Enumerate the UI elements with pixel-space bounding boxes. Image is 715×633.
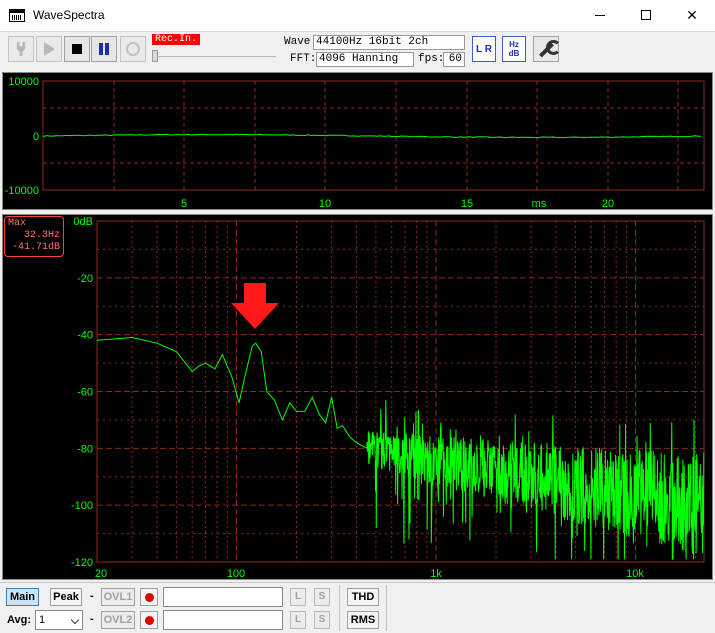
divider [386,585,387,631]
wave-x-unit: ms [532,198,547,210]
hz-db-icon: Hz dB [508,40,520,58]
max-level: -41.71dB [11,242,60,253]
chevron-down-icon [70,615,80,625]
fps-field: 60 [443,52,465,67]
fft-y-tick: 0dB [73,216,93,228]
device-button[interactable] [8,36,34,62]
minimize-icon [595,14,605,16]
record-dot-icon [144,615,154,625]
stop-button[interactable] [64,36,90,62]
ovl1-name-field[interactable] [163,587,283,607]
record-button[interactable] [120,36,146,62]
settings-button[interactable] [533,36,561,62]
lr-icon: L R [476,43,492,55]
channel-lr-button[interactable]: L R [472,36,496,62]
wave-x-tick: 5 [181,198,187,210]
wave-x-tick: 15 [461,198,473,210]
rms-button[interactable]: RMS [347,611,379,629]
fft-x-tick: 20 [95,568,107,580]
ovl1-button[interactable]: OVL1 [101,588,135,606]
ovl2-name-field[interactable] [163,610,283,630]
play-button[interactable] [36,36,62,62]
fft-y-tick: -60 [77,387,93,399]
avg-label: Avg: [7,614,32,626]
max-frequency: 32.3Hz [23,230,60,241]
ovl2-record-button[interactable] [140,611,158,629]
play-icon [43,42,55,56]
fft-y-tick: -80 [77,443,93,455]
rec-input-label: Rec.In. [152,34,200,45]
fft-y-tick: -40 [77,330,93,342]
fft-y-tick: -120 [71,557,93,569]
ovl1-record-button[interactable] [140,588,158,606]
wave-x-tick: 10 [319,198,331,210]
wave-y-tick: 0 [33,131,39,143]
max-title: Max [8,218,27,229]
dash-separator: - [90,590,94,602]
pause-button[interactable] [91,36,117,62]
fps-label: fps: [418,53,445,65]
fft-x-tick: 100 [227,568,245,580]
wave-y-tick: -10000 [5,185,39,197]
fft-x-tick: 10k [626,568,644,580]
window-title: WaveSpectra [33,8,105,22]
app-icon [9,9,25,22]
hz-db-scale-button[interactable]: Hz dB [502,36,526,62]
toolbar: Rec.In. Wave: 44100Hz 16bit 2ch FFT: 409… [0,31,715,70]
ovl1-load-button[interactable]: L [290,588,306,606]
waveform-plot: 10000 0 -10000 5 10 15 20 ms [5,76,705,210]
fft-label: FFT: [290,53,317,65]
main-button[interactable]: Main [6,588,39,606]
record-dot-icon [144,592,154,602]
spectrum-panel[interactable]: 0dB -20 -40 -60 -80 -100 -120 20 100 1k 10k [2,214,713,580]
fft-y-tick: -100 [71,500,93,512]
ovl2-save-button[interactable]: S [314,611,330,629]
pause-icon [99,43,109,55]
maximize-button[interactable] [623,0,669,30]
fft-x-tick: 1k [430,568,442,580]
stop-icon [72,44,82,54]
close-button[interactable]: ✕ [669,0,715,30]
ovl2-load-button[interactable]: L [290,611,306,629]
avg-select[interactable]: 1 [35,610,83,630]
waveform-panel[interactable]: 10000 0 -10000 5 10 15 20 ms [2,72,713,210]
record-icon [126,42,140,56]
dash-separator: - [90,613,94,625]
max-peak-readout: Max 32.3Hz -41.71dB [4,216,64,257]
wave-x-tick: 20 [602,198,614,210]
annotation-arrow [231,283,279,329]
wave-y-tick: 10000 [8,76,39,88]
avg-value: 1 [39,614,46,626]
maximize-icon [641,10,651,20]
fft-setting-field: 4096 Hanning [316,52,414,67]
thd-button[interactable]: THD [347,588,379,606]
bottom-bar: Main Peak - OVL1 L S Avg: 1 - OVL2 L S T… [0,582,715,633]
spectrum-plot: 0dB -20 -40 -60 -80 -100 -120 20 100 1k 10k [71,216,705,580]
slider-thumb[interactable] [152,50,158,62]
ovl2-button[interactable]: OVL2 [101,611,135,629]
ovl1-save-button[interactable]: S [314,588,330,606]
title-bar: WaveSpectra ✕ [0,0,715,31]
divider [339,585,340,631]
minimize-button[interactable] [577,0,623,30]
slider-track [152,56,276,57]
fft-y-tick: -20 [77,273,93,285]
close-icon: ✕ [686,6,698,23]
peak-button[interactable]: Peak [50,588,82,606]
rec-level-slider[interactable] [152,49,276,63]
waveform-trace [42,133,701,139]
plug-icon [16,42,26,56]
wave-format-field: 44100Hz 16bit 2ch [313,35,465,50]
